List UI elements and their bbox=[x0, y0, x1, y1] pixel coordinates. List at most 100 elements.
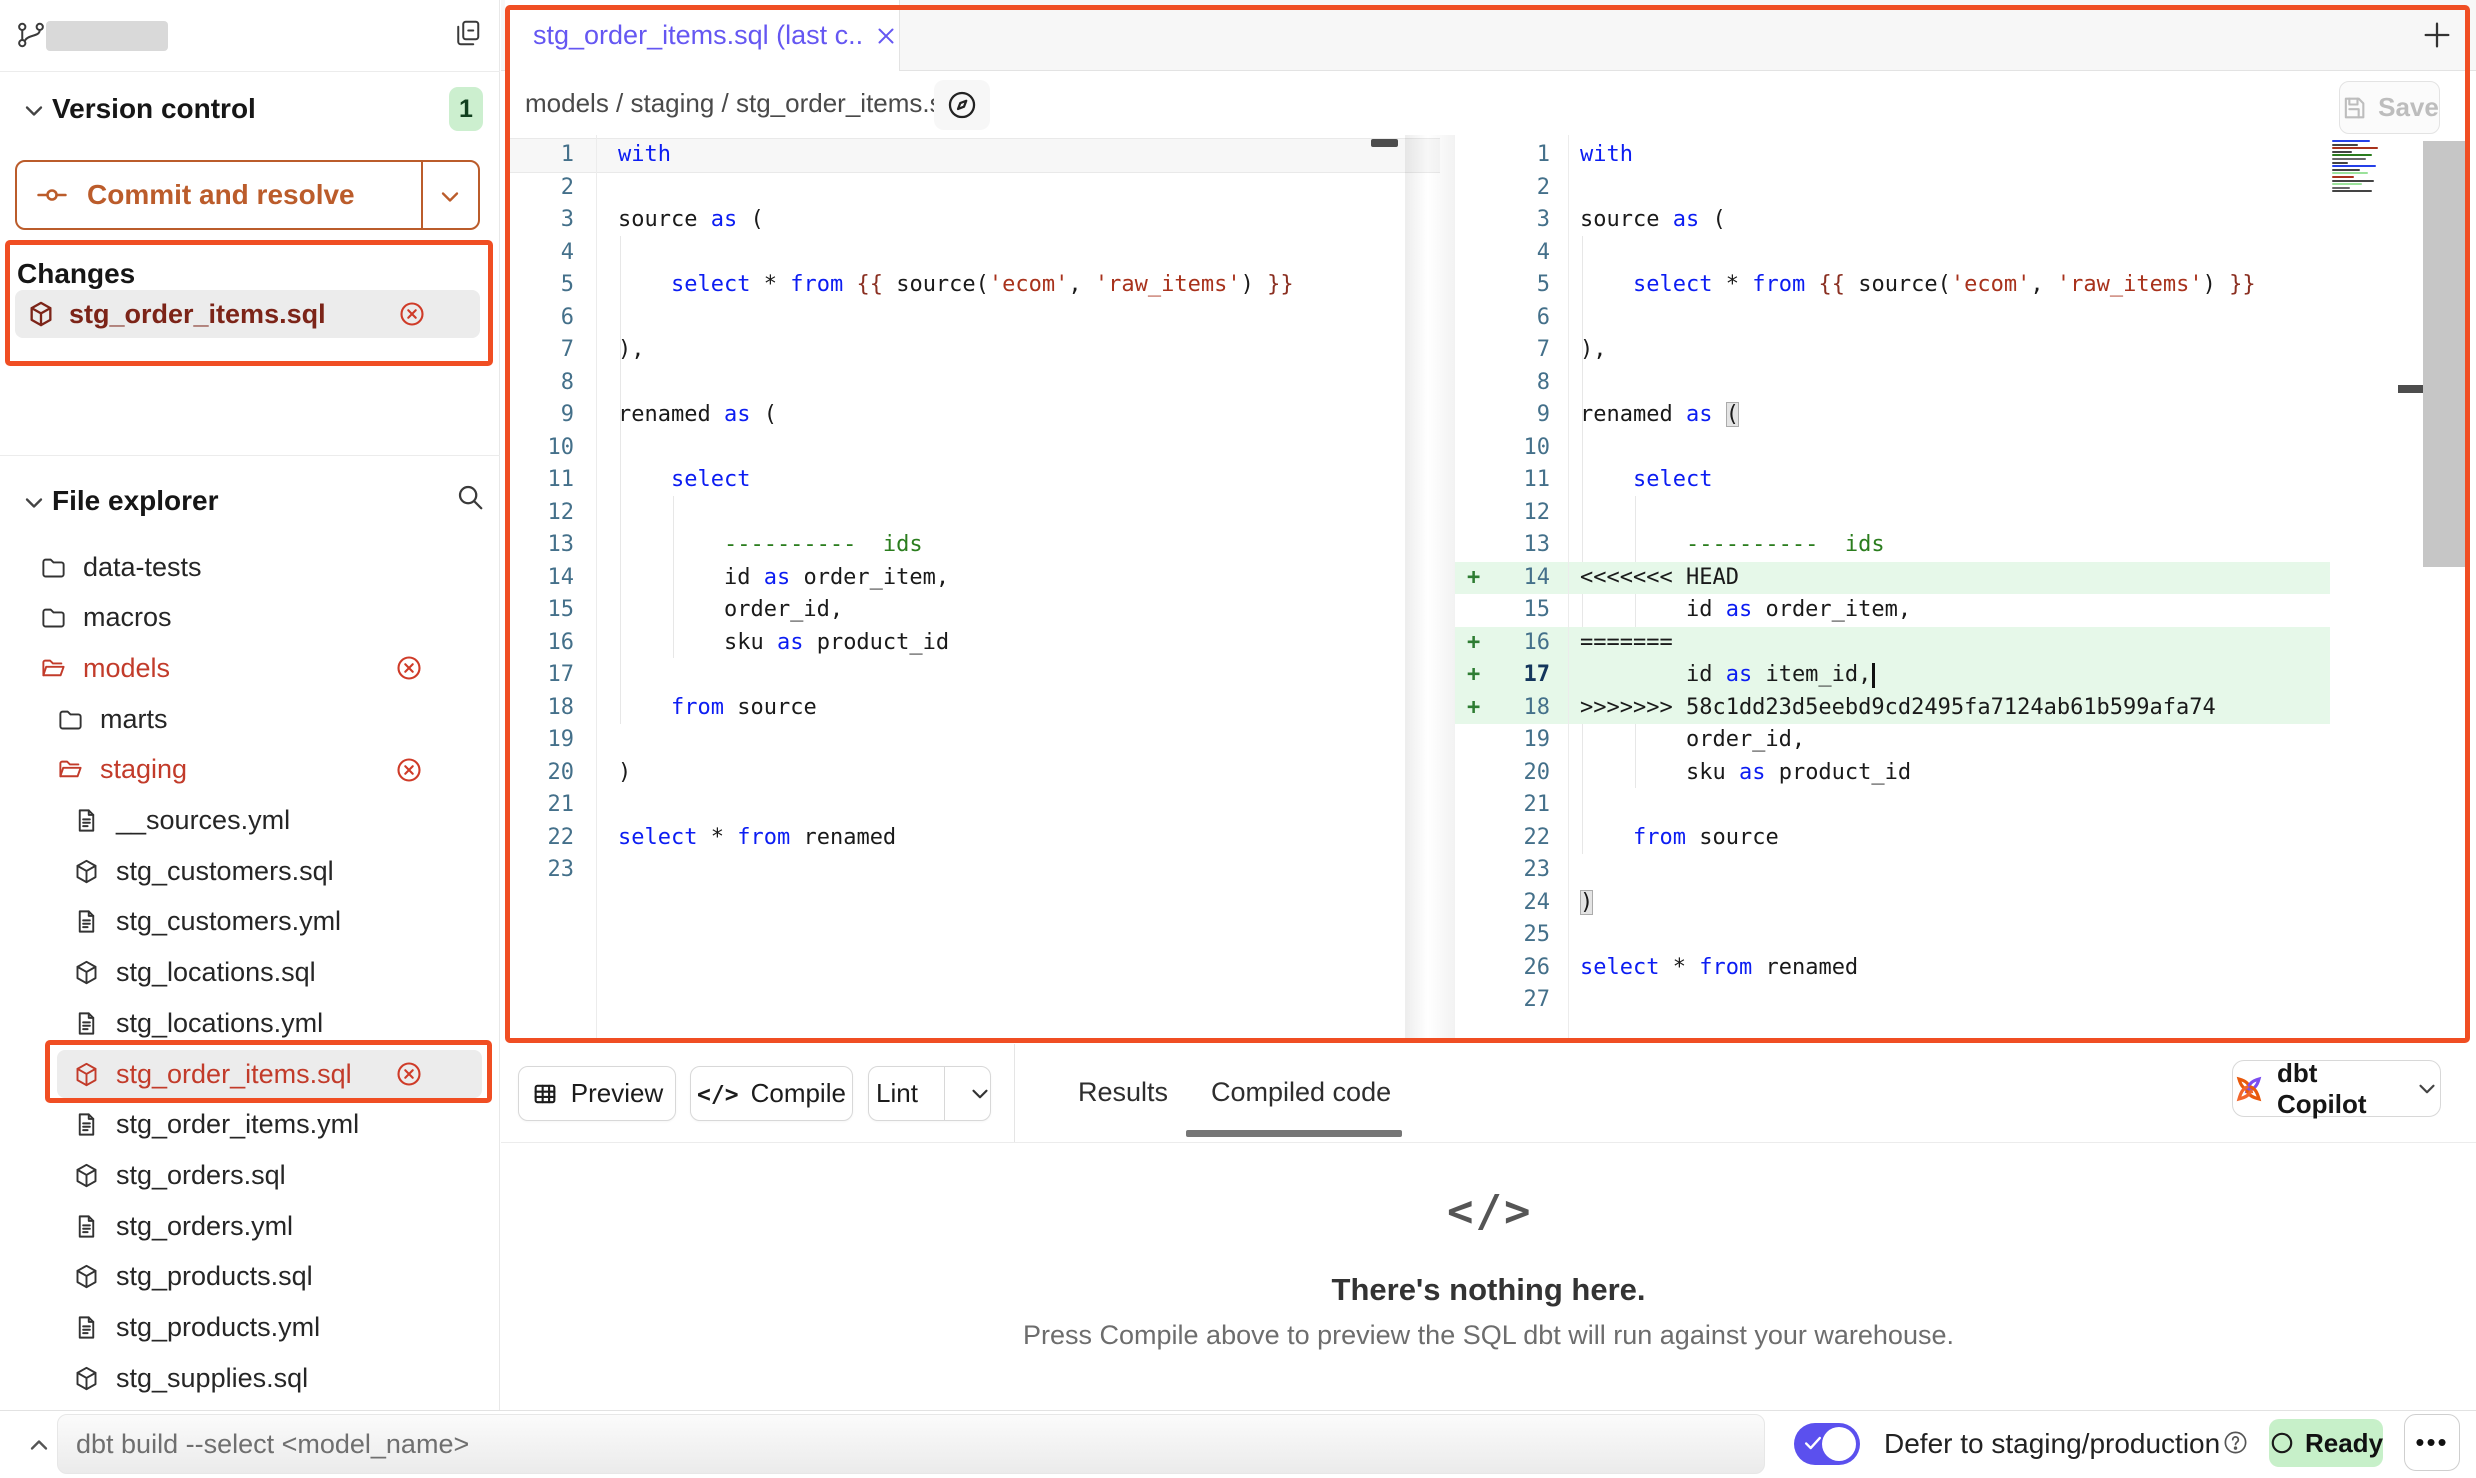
code-line-16[interactable]: 16 sku as product_id bbox=[505, 627, 1440, 660]
new-tab-icon[interactable] bbox=[2420, 18, 2454, 52]
search-icon[interactable] bbox=[455, 482, 485, 512]
code-line-23[interactable]: 23 bbox=[505, 854, 1440, 887]
code-line-21[interactable]: 21 bbox=[1455, 789, 2330, 822]
code-panel-left[interactable]: 1with23source as (45 select * from {{ so… bbox=[505, 135, 1440, 1041]
code-line-7[interactable]: 7), bbox=[1455, 334, 2330, 367]
code-line-7[interactable]: 7), bbox=[505, 334, 1440, 367]
code-line-5[interactable]: 5 select * from {{ source('ecom', 'raw_i… bbox=[1455, 269, 2330, 302]
code-line-2[interactable]: 2 bbox=[1455, 172, 2330, 205]
close-icon[interactable] bbox=[873, 23, 899, 49]
tab-results[interactable]: Results bbox=[1078, 1062, 1168, 1122]
file-tree-item-stg_supplies.sql[interactable]: stg_supplies.sql bbox=[0, 1353, 500, 1403]
code-line-12[interactable]: 12 bbox=[1455, 497, 2330, 530]
code-line-18[interactable]: 18 from source bbox=[505, 692, 1440, 725]
code-line-5[interactable]: 5 select * from {{ source('ecom', 'raw_i… bbox=[505, 269, 1440, 302]
code-line-8[interactable]: 8 bbox=[1455, 367, 2330, 400]
file-tree-item-stg_products.sql[interactable]: stg_products.sql bbox=[0, 1252, 500, 1302]
compile-button[interactable]: </> Compile bbox=[690, 1066, 853, 1121]
chevron-up-icon[interactable] bbox=[25, 1431, 53, 1459]
code-line-25[interactable]: 25 bbox=[1455, 919, 2330, 952]
file-tree-item-staging[interactable]: staging bbox=[0, 745, 500, 795]
save-button[interactable]: Save bbox=[2339, 81, 2440, 134]
code-line-14[interactable]: 14 id as order_item, bbox=[505, 562, 1440, 595]
file-tree-item-stg_customers.sql[interactable]: stg_customers.sql bbox=[0, 846, 500, 896]
code-line-9[interactable]: 9renamed as ( bbox=[505, 399, 1440, 432]
code-line-11[interactable]: 11 select bbox=[505, 464, 1440, 497]
file-explorer-title[interactable]: File explorer bbox=[52, 485, 219, 517]
chevron-down-icon[interactable] bbox=[957, 1081, 1003, 1107]
code-line-27[interactable]: 27 bbox=[1455, 984, 2330, 1017]
code-line-20[interactable]: 20) bbox=[505, 757, 1440, 790]
code-line-13[interactable]: 13 ---------- ids bbox=[1455, 529, 2330, 562]
code-line-1[interactable]: 1with bbox=[1455, 139, 2330, 172]
code-line-19[interactable]: 19 order_id, bbox=[1455, 724, 2330, 757]
file-tree-item-stg_order_items.yml[interactable]: stg_order_items.yml bbox=[0, 1100, 500, 1150]
preview-button[interactable]: Preview bbox=[518, 1066, 676, 1121]
file-tree-item-data-tests[interactable]: data-tests bbox=[0, 542, 500, 592]
right-scrollbar-thumb[interactable] bbox=[2423, 141, 2467, 567]
code-line-10[interactable]: 10 bbox=[505, 432, 1440, 465]
defer-toggle[interactable] bbox=[1794, 1423, 1860, 1465]
dbt-copilot-button[interactable]: dbt Copilot bbox=[2232, 1060, 2441, 1117]
help-icon[interactable] bbox=[2222, 1429, 2249, 1456]
code-line-9[interactable]: 9renamed as ( bbox=[1455, 399, 2330, 432]
file-tree-item-__sources.yml[interactable]: __sources.yml bbox=[0, 796, 500, 846]
copy-docs-icon[interactable] bbox=[452, 18, 482, 48]
code-line-6[interactable]: 6 bbox=[505, 302, 1440, 335]
code-line-15[interactable]: 15 order_id, bbox=[505, 594, 1440, 627]
code-line-8[interactable]: 8 bbox=[505, 367, 1440, 400]
code-line-23[interactable]: 23 bbox=[1455, 854, 2330, 887]
file-tree-item-stg_products.yml[interactable]: stg_products.yml bbox=[0, 1303, 500, 1353]
code-line-12[interactable]: 12 bbox=[505, 497, 1440, 530]
chevron-down-icon[interactable] bbox=[20, 97, 48, 125]
code-line-26[interactable]: 26select * from renamed bbox=[1455, 952, 2330, 985]
code-line-22[interactable]: 22 from source bbox=[1455, 822, 2330, 855]
file-tree-item-stg_customers.yml[interactable]: stg_customers.yml bbox=[0, 897, 500, 947]
file-tree-item-macros[interactable]: macros bbox=[0, 593, 500, 643]
code-line-11[interactable]: 11 select bbox=[1455, 464, 2330, 497]
minimap[interactable] bbox=[2332, 140, 2392, 194]
lint-button[interactable]: Lint bbox=[868, 1066, 991, 1121]
tab-stg-order-items[interactable]: stg_order_items.sql (last c... bbox=[505, 0, 900, 71]
lineage-compass-icon[interactable] bbox=[934, 80, 990, 130]
code-line-3[interactable]: 3source as ( bbox=[1455, 204, 2330, 237]
file-tree-item-models[interactable]: models bbox=[0, 643, 500, 693]
file-tree-item-marts[interactable]: marts bbox=[0, 694, 500, 744]
code-panel-right[interactable]: 1with23source as (45 select * from {{ so… bbox=[1455, 135, 2330, 1041]
code-line-14[interactable]: +14<<<<<<< HEAD bbox=[1455, 562, 2330, 595]
code-line-22[interactable]: 22select * from renamed bbox=[505, 822, 1440, 855]
commit-and-resolve-button[interactable]: Commit and resolve bbox=[15, 160, 480, 230]
code-line-6[interactable]: 6 bbox=[1455, 302, 2330, 335]
code-line-13[interactable]: 13 ---------- ids bbox=[505, 529, 1440, 562]
discard-change-icon[interactable] bbox=[395, 654, 423, 682]
file-tree-item-stg_locations.sql[interactable]: stg_locations.sql bbox=[0, 948, 500, 998]
discard-change-icon[interactable] bbox=[395, 1060, 423, 1088]
code-line-16[interactable]: +16======= bbox=[1455, 627, 2330, 660]
chevron-down-icon[interactable] bbox=[436, 183, 464, 211]
file-tree-item-stg_orders.sql[interactable]: stg_orders.sql bbox=[0, 1150, 500, 1200]
code-line-10[interactable]: 10 bbox=[1455, 432, 2330, 465]
chevron-down-icon[interactable] bbox=[20, 489, 48, 517]
code-line-2[interactable]: 2 bbox=[505, 172, 1440, 205]
version-control-title[interactable]: Version control bbox=[52, 93, 256, 125]
command-input[interactable]: dbt build --select <model_name> bbox=[57, 1414, 1765, 1474]
code-line-4[interactable]: 4 bbox=[1455, 237, 2330, 270]
code-line-17[interactable]: 17 bbox=[505, 659, 1440, 692]
code-line-3[interactable]: 3source as ( bbox=[505, 204, 1440, 237]
code-line-20[interactable]: 20 sku as product_id bbox=[1455, 757, 2330, 790]
code-line-24[interactable]: 24) bbox=[1455, 887, 2330, 920]
file-tree-item-stg_order_items.sql[interactable]: stg_order_items.sql bbox=[0, 1049, 500, 1099]
discard-change-icon[interactable] bbox=[398, 300, 426, 328]
code-line-17[interactable]: +17 id as item_id, bbox=[1455, 659, 2330, 692]
more-options-button[interactable]: ••• bbox=[2404, 1414, 2460, 1471]
code-line-1[interactable]: 1with bbox=[505, 139, 1440, 172]
discard-change-icon[interactable] bbox=[395, 756, 423, 784]
file-tree-item-stg_locations.yml[interactable]: stg_locations.yml bbox=[0, 998, 500, 1048]
changed-file-row[interactable]: stg_order_items.sql bbox=[15, 290, 480, 338]
code-line-4[interactable]: 4 bbox=[505, 237, 1440, 270]
left-scrollbar-thumb[interactable] bbox=[1371, 139, 1398, 147]
code-line-18[interactable]: +18>>>>>>> 58c1dd23d5eebd9cd2495fa7124ab… bbox=[1455, 692, 2330, 725]
tab-compiled-code[interactable]: Compiled code bbox=[1211, 1062, 1391, 1122]
code-line-21[interactable]: 21 bbox=[505, 789, 1440, 822]
file-tree-item-stg_orders.yml[interactable]: stg_orders.yml bbox=[0, 1201, 500, 1251]
